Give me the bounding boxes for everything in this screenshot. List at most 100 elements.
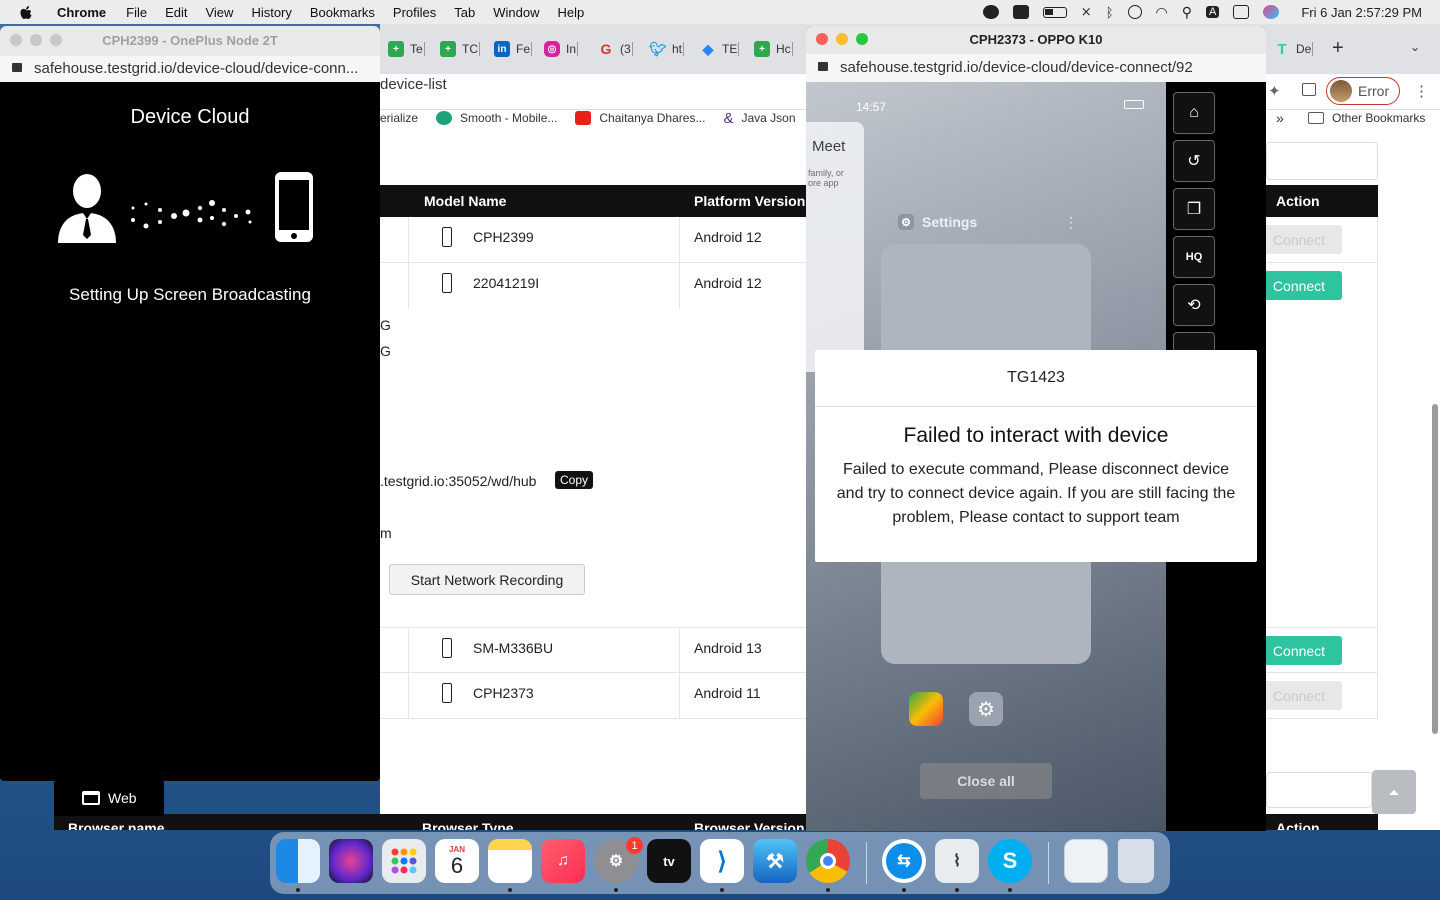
error-modal: TG1423 Failed to interact with device Fa…	[815, 350, 1257, 562]
tab-3[interactable]: in Fe	[486, 38, 533, 60]
copy-button[interactable]: ❐	[1173, 188, 1215, 230]
bookmark-1[interactable]: erialize	[380, 111, 418, 125]
tab-6[interactable]: 🐦︎ ht	[642, 38, 685, 60]
details-fragment: m	[380, 525, 392, 541]
bluetooth-icon[interactable]: ᛒ	[1106, 5, 1114, 20]
apple-tv-icon[interactable]: tv	[647, 839, 691, 883]
menubar-clock[interactable]: Fri 6 Jan 2:57:29 PM	[1301, 5, 1422, 20]
tab-9-active[interactable]: T De	[1266, 38, 1314, 60]
menu-app-name[interactable]: Chrome	[48, 5, 117, 20]
model-name: CPH2399	[473, 229, 534, 245]
hd-icon: HQ	[1185, 251, 1203, 263]
mute-icon[interactable]: ⨯	[1081, 4, 1092, 20]
close-all-button[interactable]: Close all	[920, 763, 1052, 799]
teamviewer-icon[interactable]: ⇆	[882, 839, 926, 883]
settings-app-icon[interactable]: ⚙	[969, 692, 1003, 726]
scroll-to-top-button[interactable]	[1372, 770, 1416, 814]
testgrid-icon: +	[440, 41, 456, 57]
play-icon[interactable]	[1127, 5, 1142, 19]
menu-history[interactable]: History	[242, 5, 300, 20]
home-button[interactable]: ⌂	[1173, 92, 1215, 134]
finder-icon[interactable]	[276, 839, 320, 883]
bookmark-3[interactable]: Chaitanya Dhares...	[575, 111, 705, 125]
extensions-icon[interactable]: ✦	[1268, 82, 1281, 100]
smartphone-icon	[275, 172, 313, 242]
menu-tab[interactable]: Tab	[445, 5, 484, 20]
preview-icon[interactable]	[1064, 839, 1108, 883]
calendar-icon[interactable]: JAN 6	[435, 839, 479, 883]
tab-8[interactable]: + Hc	[746, 38, 793, 60]
popup-address-bar[interactable]: safehouse.testgrid.io/device-cloud/devic…	[0, 56, 380, 82]
other-bookmarks[interactable]: Other Bookmarks	[1308, 111, 1425, 125]
copy-button[interactable]: Copy	[555, 471, 594, 489]
bookmark-4[interactable]: & Java Json	[723, 110, 795, 127]
linkedin-icon: in	[494, 41, 510, 57]
menu-bookmarks[interactable]: Bookmarks	[301, 5, 384, 20]
page-scrollbar[interactable]	[1432, 404, 1438, 734]
menu-help[interactable]: Help	[549, 5, 594, 20]
google-meet-icon[interactable]	[909, 692, 943, 726]
rotate-button[interactable]: ⟲	[1173, 284, 1215, 326]
window-titlebar: CPH2399 - OnePlus Node 2T	[0, 26, 380, 56]
music-icon[interactable]: ♫	[541, 839, 585, 883]
profile-error-chip[interactable]: Error	[1326, 77, 1400, 105]
input-source-icon[interactable]: A	[1205, 6, 1220, 18]
notes-icon[interactable]	[488, 839, 532, 883]
chrome-menu-icon[interactable]: ⋮	[1414, 82, 1429, 100]
tab-5[interactable]: G (3	[590, 38, 633, 60]
bookmark-label: Chaitanya Dhares...	[599, 111, 706, 125]
battery-icon[interactable]	[1042, 6, 1067, 18]
menu-bar: Chrome File Edit View History Bookmarks …	[0, 0, 1440, 24]
popup-address-bar[interactable]: safehouse.testgrid.io/device-cloud/devic…	[806, 54, 1266, 82]
tab-2[interactable]: + TC	[432, 38, 480, 60]
menu-edit[interactable]: Edit	[156, 5, 196, 20]
model-name: SM-M336BU	[473, 640, 554, 656]
search-input[interactable]	[1266, 142, 1378, 180]
bookmark-2[interactable]: Smooth - Mobile...	[436, 111, 557, 125]
vscode-icon[interactable]: ⟩	[700, 839, 744, 883]
connect-button[interactable]: Connect	[1256, 681, 1342, 710]
recent-app-card-meet[interactable]: Meet family, or ore app	[806, 122, 864, 372]
siri-icon[interactable]	[329, 839, 373, 883]
side-panel-icon[interactable]	[1302, 83, 1316, 96]
cable-utility-icon[interactable]: ⌇	[935, 839, 979, 883]
search-icon[interactable]: ⚲	[1182, 4, 1192, 21]
launchpad-icon[interactable]	[382, 839, 426, 883]
connect-button[interactable]: Connect	[1256, 271, 1342, 300]
apple-icon[interactable]	[18, 4, 34, 20]
search-field-lower[interactable]	[1266, 772, 1372, 808]
hd-button[interactable]: HQ	[1173, 236, 1215, 278]
wifi-icon[interactable]: ◠	[1156, 4, 1168, 21]
tab-4[interactable]: ◎ In	[536, 38, 579, 60]
menu-profiles[interactable]: Profiles	[384, 5, 445, 20]
start-network-recording-button[interactable]: Start Network Recording	[389, 564, 585, 595]
creative-cloud-icon[interactable]	[982, 5, 999, 19]
header-model: Model Name	[424, 193, 507, 209]
more-options-icon[interactable]: ⋮	[1064, 214, 1078, 231]
menu-view[interactable]: View	[196, 5, 242, 20]
tab-web[interactable]: Web	[54, 780, 164, 816]
chrome-icon[interactable]	[806, 839, 850, 883]
siri-icon[interactable]	[1263, 5, 1280, 19]
history-button[interactable]: ↺	[1173, 140, 1215, 182]
connect-button[interactable]: Connect	[1256, 225, 1342, 254]
menu-window[interactable]: Window	[484, 5, 548, 20]
menu-file[interactable]: File	[117, 5, 156, 20]
xcode-icon[interactable]: ⚒	[753, 839, 797, 883]
trash-icon[interactable]	[1118, 839, 1154, 883]
tab-7[interactable]: ◆ TE	[692, 38, 740, 60]
skype-icon[interactable]: S	[988, 839, 1032, 883]
check-icon[interactable]	[1012, 5, 1029, 19]
rotate-icon: ⟲	[1187, 297, 1201, 314]
model-name: 22041219I	[473, 275, 540, 291]
new-tab-button[interactable]: +	[1332, 37, 1344, 60]
connect-button[interactable]: Connect	[1256, 636, 1342, 665]
modal-message: Failed to execute command, Please discon…	[836, 461, 1236, 526]
recent-app-settings[interactable]: ⚙ Settings	[898, 214, 977, 230]
tab-1[interactable]: + Te	[380, 38, 425, 60]
tab-search-icon[interactable]: ⌄	[1410, 40, 1420, 54]
platform-version: Android 11	[694, 685, 761, 701]
control-center-icon[interactable]	[1233, 5, 1250, 19]
bookmarks-overflow[interactable]: »	[1276, 110, 1284, 126]
url-fragment[interactable]: device-list	[380, 76, 447, 93]
